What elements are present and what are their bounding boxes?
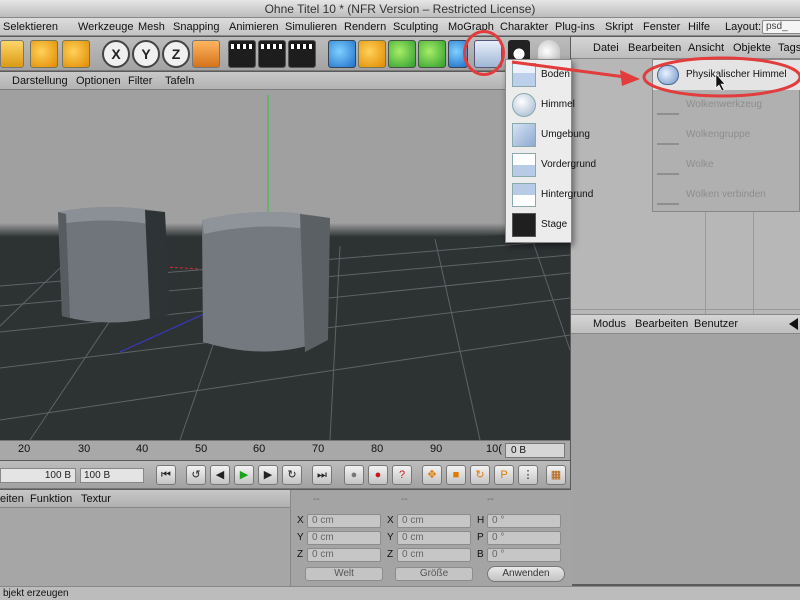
timeline-tick: 30: [78, 443, 91, 455]
material-manager-menubar: eiten Funktion Textur: [0, 490, 290, 508]
pos-z-field[interactable]: 0 cm: [307, 548, 381, 562]
goto-start-icon[interactable]: ⏮: [156, 465, 176, 485]
play-icon[interactable]: ▶: [234, 465, 254, 485]
timeline-tick: 70: [312, 443, 325, 455]
max-frame-field[interactable]: 100 B: [80, 468, 144, 483]
auto-key-icon[interactable]: ●: [368, 465, 388, 485]
key-pla-icon[interactable]: ⋮: [518, 465, 538, 485]
annotation-arrowhead: [620, 70, 640, 86]
key-parameter-icon[interactable]: P: [494, 465, 514, 485]
coord-mode-select[interactable]: Welt: [305, 567, 383, 581]
key-help-icon[interactable]: ?: [392, 465, 412, 485]
size-y-label: Y: [387, 532, 394, 543]
coord-header-size: --: [401, 494, 408, 505]
pos-z-label: Z: [297, 549, 304, 560]
timeline-tick: 50: [195, 443, 208, 455]
next-key-icon[interactable]: ↻: [282, 465, 302, 485]
rot-h-label: H: [477, 515, 485, 526]
mm-menu-bearbeiten[interactable]: eiten: [0, 490, 24, 508]
mouse-cursor-icon: [715, 73, 726, 92]
coord-size-select[interactable]: Größe: [395, 567, 473, 581]
next-frame-icon[interactable]: ▶: [258, 465, 278, 485]
coord-header-rotation: --: [487, 494, 494, 505]
coordinates-manager: -- -- -- X 0 cm X 0 cm H 0 ° Y 0 cm Y 0 …: [290, 490, 572, 586]
timeline-tick: 10(: [486, 443, 502, 455]
record-keys-icon[interactable]: ●: [344, 465, 364, 485]
prev-frame-icon[interactable]: ◀: [210, 465, 230, 485]
prev-key-icon[interactable]: ↺: [186, 465, 206, 485]
size-x-field[interactable]: 0 cm: [397, 514, 471, 528]
rot-b-field[interactable]: 0 °: [487, 548, 561, 562]
timeline-ruler[interactable]: 20 30 40 50 60 70 80 90 10(: [0, 440, 570, 460]
key-rotation-icon[interactable]: ↻: [470, 465, 490, 485]
size-y-field[interactable]: 0 cm: [397, 531, 471, 545]
status-bar: bjekt erzeugen: [0, 586, 800, 600]
size-z-field[interactable]: 0 cm: [397, 548, 471, 562]
goto-end-icon[interactable]: ⏭: [312, 465, 332, 485]
timeline-tick: 90: [430, 443, 443, 455]
mm-menu-funktion[interactable]: Funktion: [30, 490, 72, 508]
material-manager-panel: [0, 508, 290, 586]
pos-x-label: X: [297, 515, 304, 526]
min-frame-field[interactable]: 100 B: [0, 468, 76, 483]
rot-p-label: P: [477, 532, 484, 543]
pos-x-field[interactable]: 0 cm: [307, 514, 381, 528]
timeline-tick: 60: [253, 443, 266, 455]
apply-button[interactable]: Anwenden: [487, 566, 565, 582]
transport-bar: 100 B 100 B ⏮ ↺ ◀ ▶ ▶ ↻ ⏭ ● ● ? ✥ ■ ↻ P …: [0, 461, 570, 489]
size-x-label: X: [387, 515, 394, 526]
timeline-window-icon[interactable]: ▦: [546, 465, 566, 485]
rot-b-label: B: [477, 549, 484, 560]
pos-y-field[interactable]: 0 cm: [307, 531, 381, 545]
pos-y-label: Y: [297, 532, 304, 543]
key-scale-icon[interactable]: ■: [446, 465, 466, 485]
coord-header-position: --: [313, 494, 320, 505]
mm-menu-textur[interactable]: Textur: [81, 490, 111, 508]
timeline-tick: 80: [371, 443, 384, 455]
rot-h-field[interactable]: 0 °: [487, 514, 561, 528]
rot-p-field[interactable]: 0 °: [487, 531, 561, 545]
annotation-arrow: [511, 60, 626, 79]
timeline-tick: 40: [136, 443, 149, 455]
timeline-tick: 20: [18, 443, 31, 455]
current-frame-field[interactable]: 0 B: [505, 443, 565, 458]
size-z-label: Z: [387, 549, 394, 560]
key-position-icon[interactable]: ✥: [422, 465, 442, 485]
